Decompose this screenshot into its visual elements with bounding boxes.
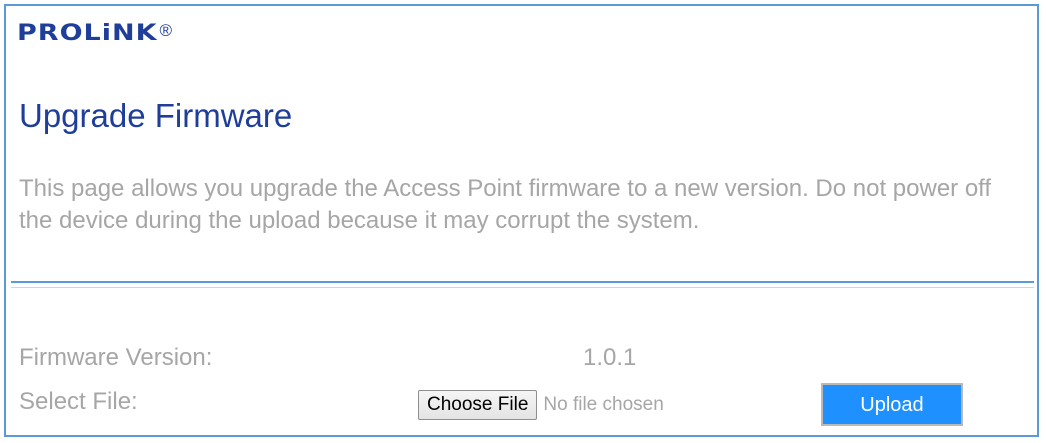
upload-button[interactable]: Upload [821,383,963,426]
section-divider [11,281,1034,283]
firmware-upgrade-panel: PROLiNK ® Upgrade Firmware This page all… [4,4,1039,437]
choose-file-button[interactable]: Choose File [418,390,538,420]
logo-wordmark: PROLiNK [17,20,158,46]
prolink-logo: PROLiNK ® [17,21,172,51]
page-title: Upgrade Firmware [19,97,293,134]
section-divider-shadow [11,287,1034,288]
select-file-label: Select File: [19,388,138,415]
file-status-text: No file chosen [543,394,664,415]
registered-mark: ® [159,21,173,40]
page-description: This page allows you upgrade the Access … [19,175,992,234]
firmware-version-value: 1.0.1 [583,344,637,371]
firmware-version-label: Firmware Version: [19,344,213,371]
file-input[interactable]: Choose File No file chosen [418,390,664,420]
